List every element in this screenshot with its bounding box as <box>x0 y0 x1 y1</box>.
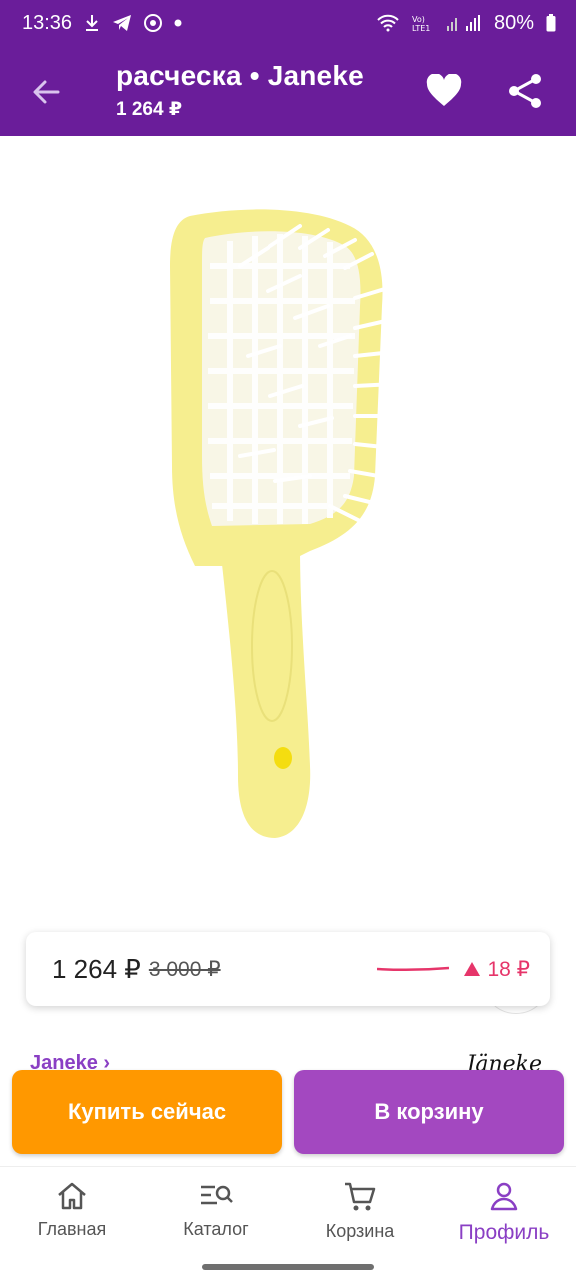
gesture-bar[interactable] <box>202 1264 374 1270</box>
chrome-icon <box>144 14 163 32</box>
share-icon[interactable] <box>506 72 544 110</box>
status-time: 13:36 <box>22 11 73 34</box>
svg-text:Vo): Vo) <box>412 15 425 24</box>
triangle-up-icon <box>464 962 481 976</box>
svg-text:LTE1: LTE1 <box>412 24 430 32</box>
back-arrow-icon[interactable] <box>28 74 64 110</box>
product-image <box>170 209 397 838</box>
profile-icon <box>490 1182 518 1211</box>
signal-icon <box>446 14 482 32</box>
price-change: 18 ₽ <box>463 957 530 982</box>
nav-label-profile: Профиль <box>458 1221 550 1244</box>
home-icon <box>58 1182 86 1210</box>
heart-icon[interactable] <box>426 73 462 108</box>
app-bar: расческа • Janeke 1 264 ₽ <box>0 46 576 136</box>
nav-label-cart: Корзина <box>325 1221 395 1241</box>
nav-item-profile[interactable]: Профиль <box>432 1167 576 1257</box>
price-card[interactable]: 1 264 ₽ 3 000 ₽ 18 ₽ <box>26 932 550 1006</box>
header-price: 1 264 ₽ <box>116 99 183 120</box>
status-bar: 13:36 Vo) LTE1 80% <box>0 0 576 46</box>
old-price: 3 000 ₽ <box>148 957 221 981</box>
nav-item-home[interactable]: Главная <box>0 1167 144 1257</box>
nav-item-catalog[interactable]: Каталог <box>144 1167 288 1257</box>
catalog-search-icon <box>201 1185 233 1205</box>
header-titles: расческа • Janeke 1 264 ₽ <box>116 60 364 121</box>
add-to-cart-button[interactable]: В корзину <box>294 1070 564 1154</box>
nav-item-cart[interactable]: Корзина <box>288 1167 432 1257</box>
buy-now-button[interactable]: Купить сейчас <box>12 1070 282 1154</box>
page-title: расческа • Janeke <box>116 60 364 91</box>
nav-label-home: Главная <box>37 1219 107 1239</box>
wifi-icon <box>376 14 400 32</box>
product-image-area[interactable] <box>0 136 576 1014</box>
cart-icon <box>345 1182 376 1211</box>
price-trend-line <box>377 966 450 972</box>
price-change-value: 18 ₽ <box>487 957 530 981</box>
volte-icon: Vo) LTE1 <box>412 14 434 32</box>
telegram-icon <box>112 14 132 32</box>
battery-icon <box>546 14 556 32</box>
download-icon <box>84 14 100 32</box>
bottom-navigation: Главная Каталог Корзина Профиль <box>0 1166 576 1257</box>
battery-percent: 80% <box>493 11 534 34</box>
dot-icon <box>174 19 182 27</box>
current-price: 1 264 ₽ <box>52 953 141 984</box>
nav-label-catalog: Каталог <box>183 1219 249 1239</box>
